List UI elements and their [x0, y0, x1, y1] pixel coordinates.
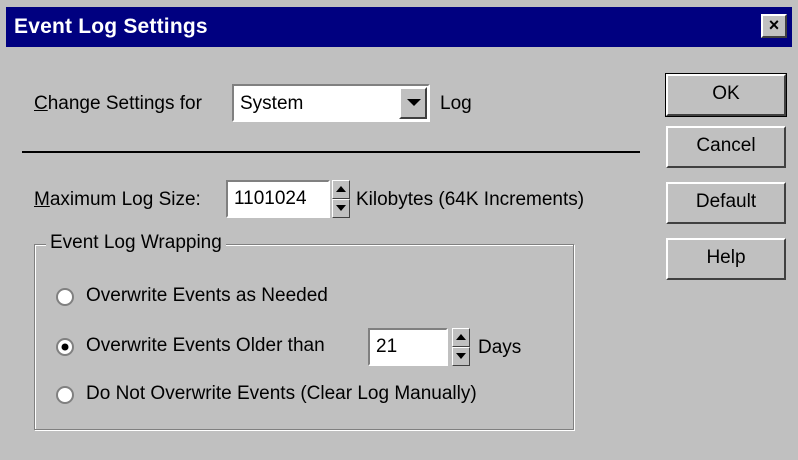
chevron-down-icon — [407, 99, 421, 106]
close-button[interactable]: × — [761, 14, 787, 38]
cancel-button[interactable]: Cancel — [666, 126, 786, 168]
days-spin-up-button[interactable] — [452, 328, 470, 347]
radio-do-not-overwrite[interactable] — [56, 386, 74, 404]
help-button[interactable]: Help — [666, 238, 786, 280]
title-bar[interactable]: Event Log Settings × — [6, 7, 792, 47]
separator-line — [22, 151, 640, 153]
max-log-size-label: Maximum Log Size: — [34, 189, 201, 210]
default-button[interactable]: Default — [666, 182, 786, 224]
max-log-size-spinner[interactable] — [332, 180, 350, 218]
radio-overwrite-older-than[interactable] — [56, 338, 74, 356]
arrow-down-icon — [456, 353, 466, 359]
days-input[interactable]: 21 — [368, 328, 448, 366]
days-spinner[interactable] — [452, 328, 470, 366]
log-select-dropdown-button[interactable] — [399, 87, 427, 119]
radio-overwrite-as-needed-label[interactable]: Overwrite Events as Needed — [86, 285, 328, 307]
event-log-settings-dialog: Event Log Settings × Change Settings for… — [0, 0, 798, 460]
window-title: Event Log Settings — [14, 15, 208, 38]
close-icon: × — [768, 15, 780, 35]
spin-down-button[interactable] — [332, 199, 350, 218]
max-log-size-units: Kilobytes (64K Increments) — [356, 189, 585, 210]
radio-overwrite-as-needed[interactable] — [56, 288, 74, 306]
max-log-size-input[interactable]: 1101024 — [226, 180, 330, 218]
log-select[interactable]: System — [232, 84, 430, 122]
log-select-value: System — [240, 93, 304, 114]
change-settings-label: Change Settings for — [34, 93, 202, 114]
days-spin-down-button[interactable] — [452, 347, 470, 366]
ok-button[interactable]: OK — [665, 73, 787, 117]
log-suffix-label: Log — [440, 93, 472, 114]
radio-overwrite-older-than-label[interactable]: Overwrite Events Older than — [86, 335, 325, 357]
arrow-up-icon — [456, 334, 466, 340]
arrow-up-icon — [336, 186, 346, 192]
days-label: Days — [478, 337, 522, 358]
event-log-wrapping-title: Event Log Wrapping — [46, 232, 226, 254]
spin-up-button[interactable] — [332, 180, 350, 199]
arrow-down-icon — [336, 205, 346, 211]
radio-do-not-overwrite-label[interactable]: Do Not Overwrite Events (Clear Log Manua… — [86, 383, 477, 405]
